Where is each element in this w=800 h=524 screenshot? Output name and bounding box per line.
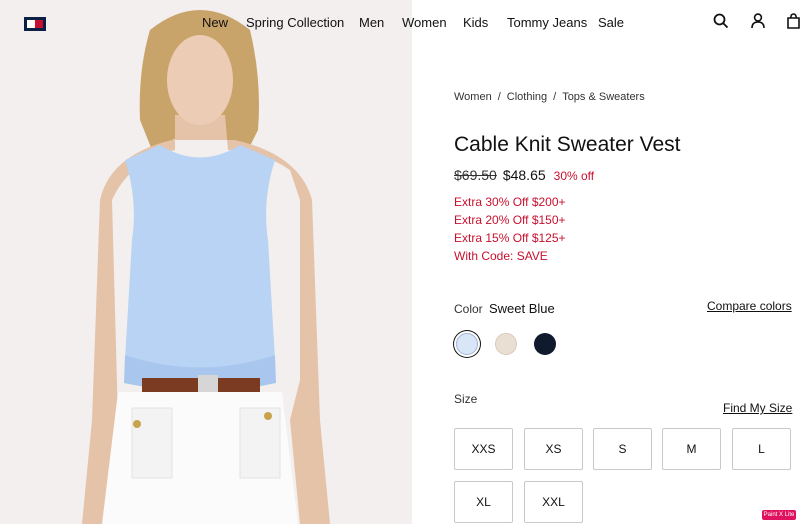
- account-icon[interactable]: [751, 13, 765, 29]
- nav-item-women[interactable]: Women: [402, 15, 447, 30]
- price-row: $69.50 $48.65 30% off: [454, 167, 594, 183]
- color-label: Color: [454, 302, 483, 316]
- breadcrumb-item-tops-sweaters[interactable]: Tops & Sweaters: [562, 91, 645, 103]
- size-button-l[interactable]: L: [732, 428, 791, 470]
- promo-line: Extra 20% Off $150+: [454, 213, 566, 227]
- size-button-xxl[interactable]: XXL: [524, 481, 583, 523]
- nav-item-men[interactable]: Men: [359, 15, 384, 30]
- extension-badge[interactable]: Paint X Lite: [762, 510, 796, 520]
- promo-line: Extra 30% Off $200+: [454, 195, 566, 209]
- sale-price: $48.65: [502, 167, 546, 183]
- original-price: $69.50: [454, 167, 497, 183]
- promo-list: Extra 30% Off $200+ Extra 20% Off $150+ …: [454, 193, 566, 265]
- size-button-s[interactable]: S: [593, 428, 652, 470]
- model-photo: [0, 0, 412, 524]
- discount-label: 30% off: [553, 169, 595, 183]
- search-icon[interactable]: [713, 13, 729, 29]
- size-button-xxs[interactable]: XXS: [454, 428, 513, 470]
- nav-item-new[interactable]: New: [202, 15, 228, 30]
- bag-icon[interactable]: [787, 13, 800, 29]
- color-value: Sweet Blue: [489, 301, 555, 316]
- nav-item-spring-collection[interactable]: Spring Collection: [246, 15, 344, 30]
- size-button-xl[interactable]: XL: [454, 481, 513, 523]
- size-label: Size: [454, 392, 478, 406]
- find-my-size-link[interactable]: Find My Size: [723, 401, 792, 415]
- product-title: Cable Knit Sweater Vest: [454, 133, 681, 156]
- nav-item-sale[interactable]: Sale: [598, 15, 624, 30]
- size-button-xs[interactable]: XS: [524, 428, 583, 470]
- breadcrumb: Women / Clothing / Tops & Sweaters: [454, 91, 645, 103]
- size-button-m[interactable]: M: [662, 428, 721, 470]
- breadcrumb-separator: /: [553, 91, 557, 103]
- swatch-sweet-blue[interactable]: [456, 333, 478, 355]
- promo-code: With Code: SAVE: [454, 249, 548, 263]
- swatch-beige[interactable]: [495, 333, 517, 355]
- swatch-navy[interactable]: [534, 333, 556, 355]
- nav-item-tommy-jeans[interactable]: Tommy Jeans: [507, 15, 587, 30]
- product-image[interactable]: [0, 0, 412, 524]
- promo-line: Extra 15% Off $125+: [454, 231, 566, 245]
- breadcrumb-item-women[interactable]: Women: [454, 91, 492, 103]
- breadcrumb-separator: /: [497, 91, 501, 103]
- compare-colors-link[interactable]: Compare colors: [707, 299, 792, 313]
- nav-item-kids[interactable]: Kids: [463, 15, 488, 30]
- brand-logo[interactable]: [24, 17, 46, 31]
- breadcrumb-item-clothing[interactable]: Clothing: [507, 91, 547, 103]
